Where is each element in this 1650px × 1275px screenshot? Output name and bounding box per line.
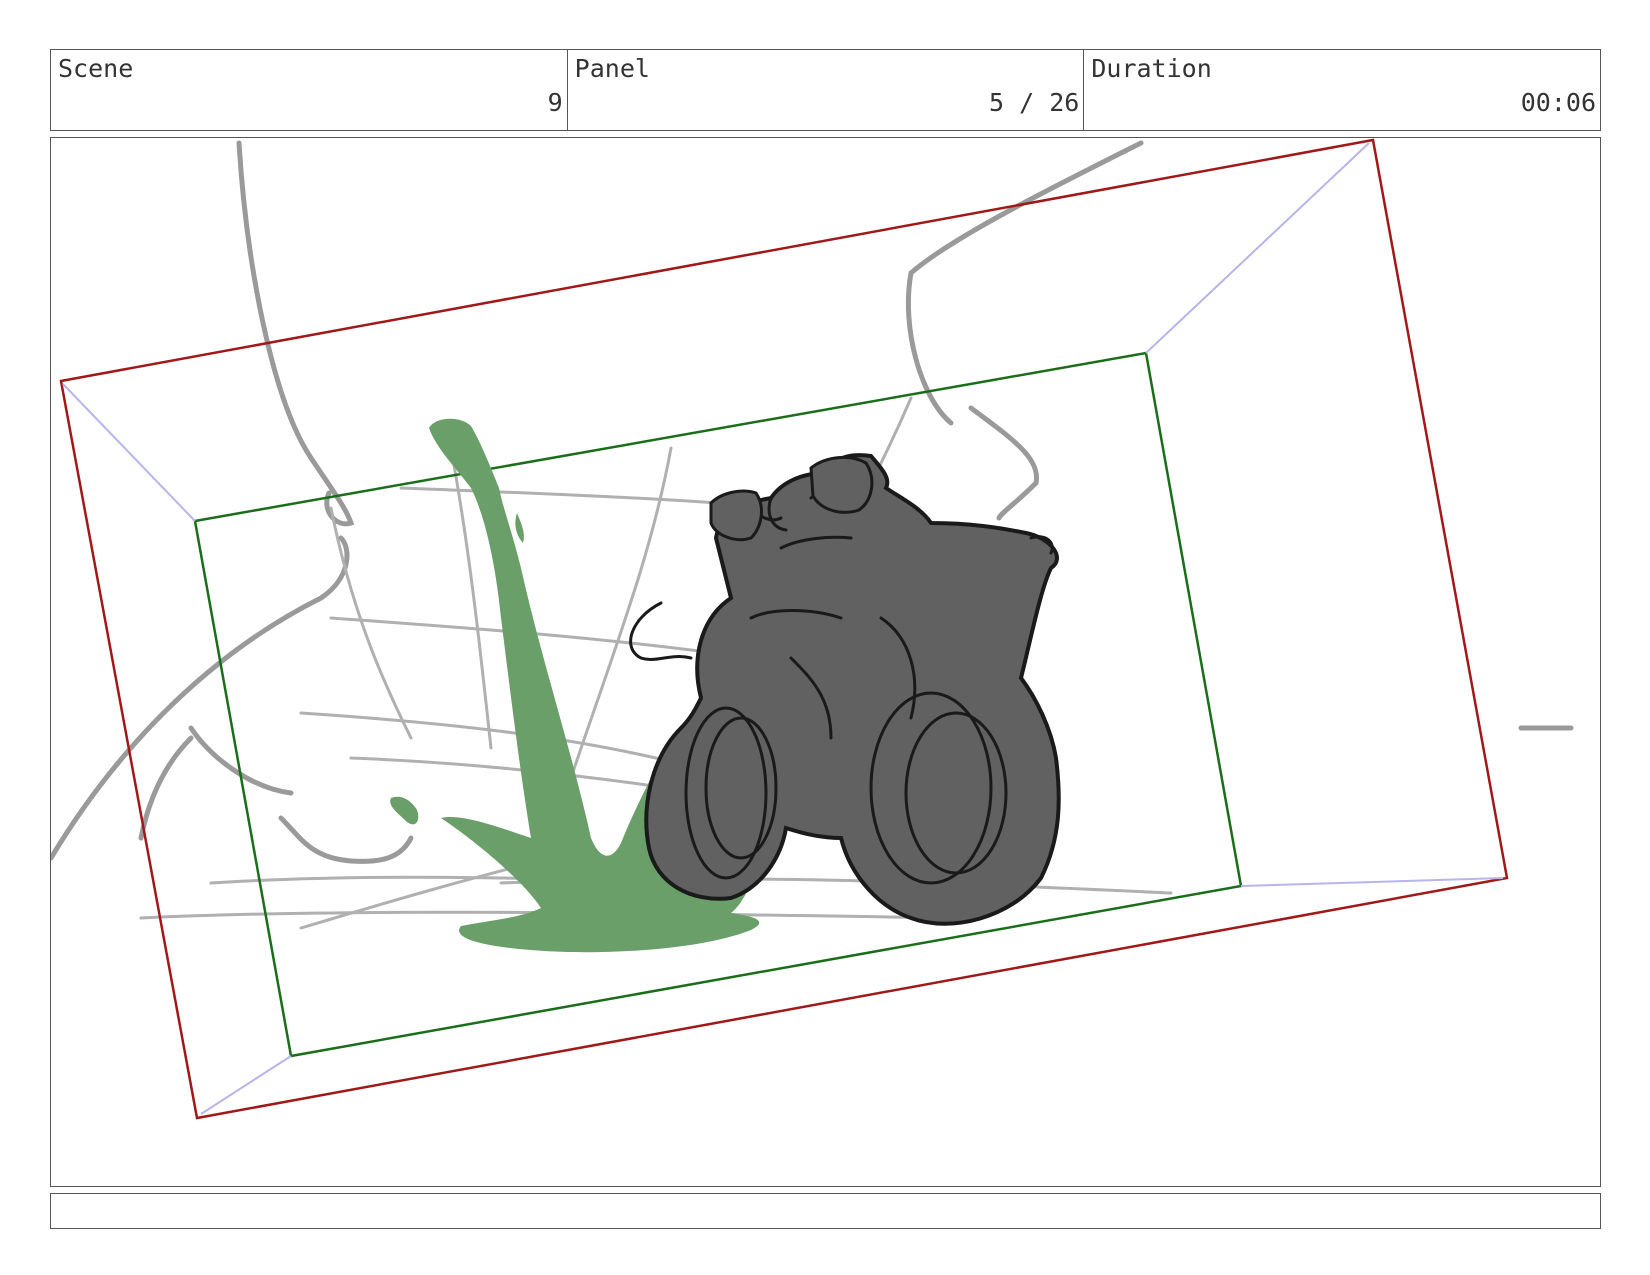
sketch-artwork — [51, 138, 1574, 1120]
scene-value: 9 — [547, 88, 563, 117]
storyboard-header: Scene 9 Panel 5 / 26 Duration 00:06 — [50, 49, 1601, 131]
duration-label: Duration — [1091, 54, 1212, 83]
caption-box — [50, 1193, 1601, 1229]
duration-value: 00:06 — [1520, 88, 1597, 117]
scene-cell: Scene 9 — [51, 50, 568, 130]
panel-cell: Panel 5 / 26 — [568, 50, 1085, 130]
panel-label: Panel — [574, 54, 650, 83]
panel-value: 5 / 26 — [989, 88, 1080, 117]
storyboard-panel-drawing — [50, 137, 1601, 1187]
duration-cell: Duration 00:06 — [1084, 50, 1600, 130]
characters-on-vehicle — [629, 453, 1061, 926]
scene-label: Scene — [58, 54, 134, 83]
